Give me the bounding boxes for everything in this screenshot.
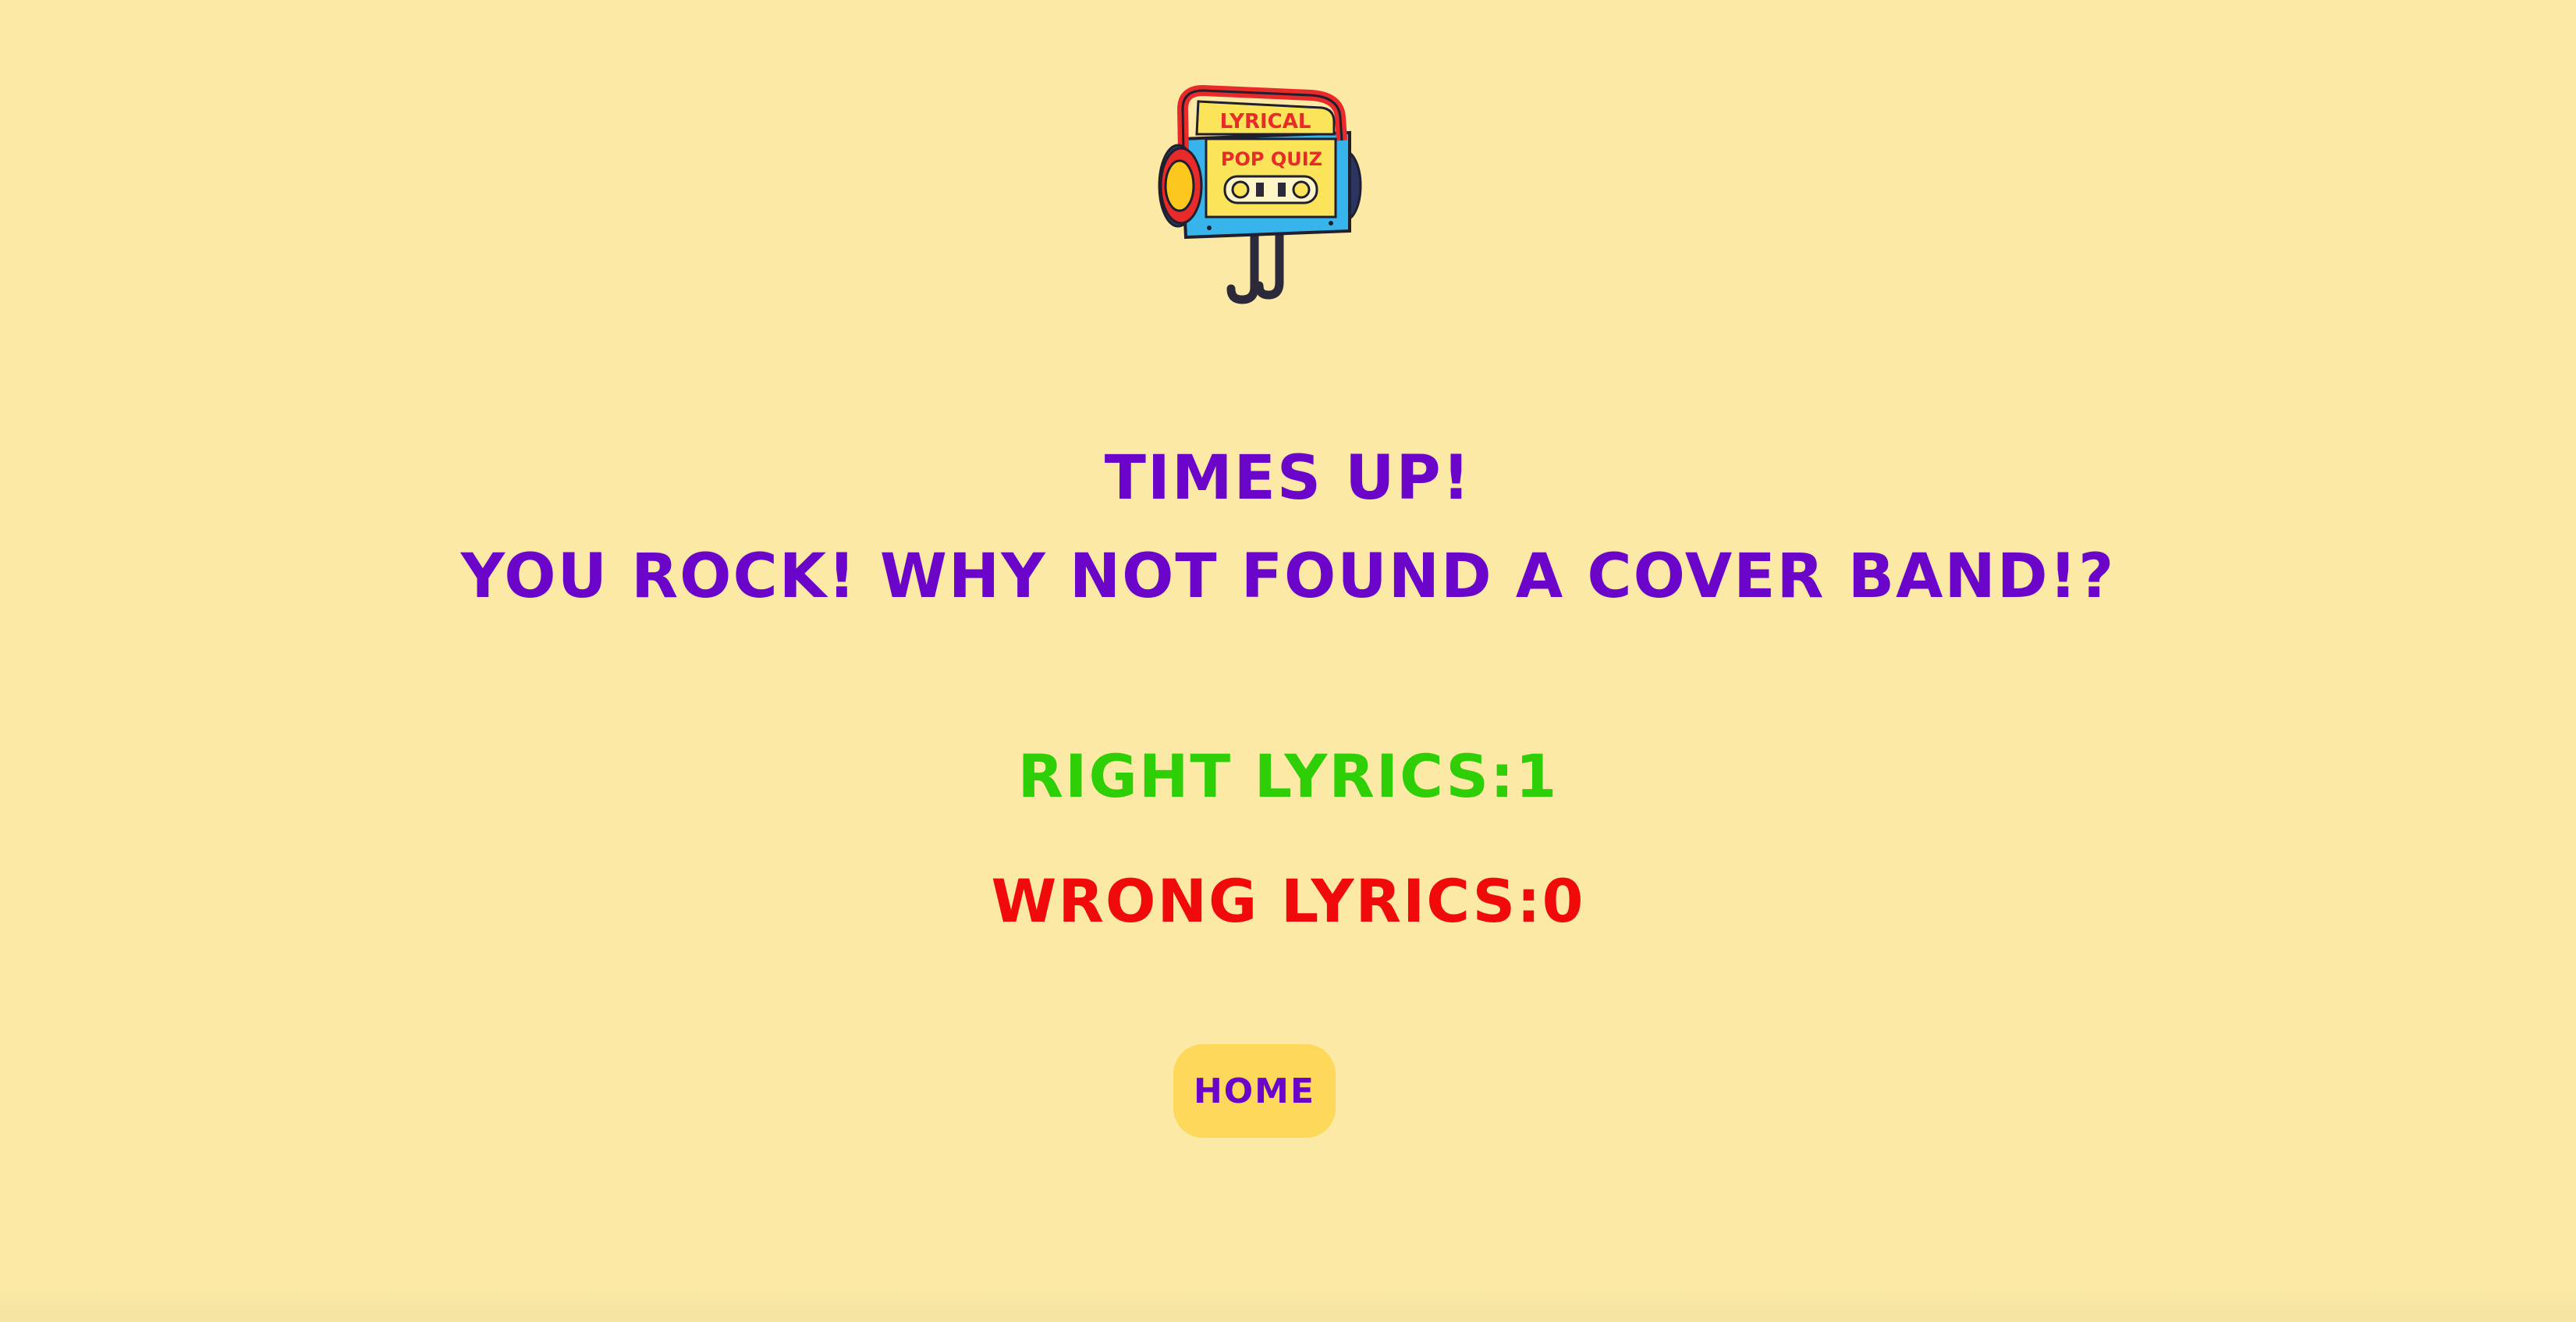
logo-text-pop-quiz: POP QUIZ	[1221, 148, 1322, 170]
logo-text-lyrical: LYRICAL	[1220, 110, 1311, 133]
right-lyrics-count: RIGHT LYRICS:1	[1017, 741, 1559, 811]
page-background: LYRICAL POP QUIZ TIMES UP! YOU ROCK! WHY…	[0, 0, 2576, 1322]
result-message: YOU ROCK! WHY NOT FOUND A COVER BAND!?	[460, 542, 2116, 612]
times-up-heading: TIMES UP!	[1104, 443, 1472, 514]
lyrical-pop-quiz-logo: LYRICAL POP QUIZ	[1155, 78, 1373, 312]
home-button[interactable]: HOME	[1173, 1044, 1336, 1138]
wrong-lyrics-count: WRONG LYRICS:0	[991, 866, 1585, 936]
